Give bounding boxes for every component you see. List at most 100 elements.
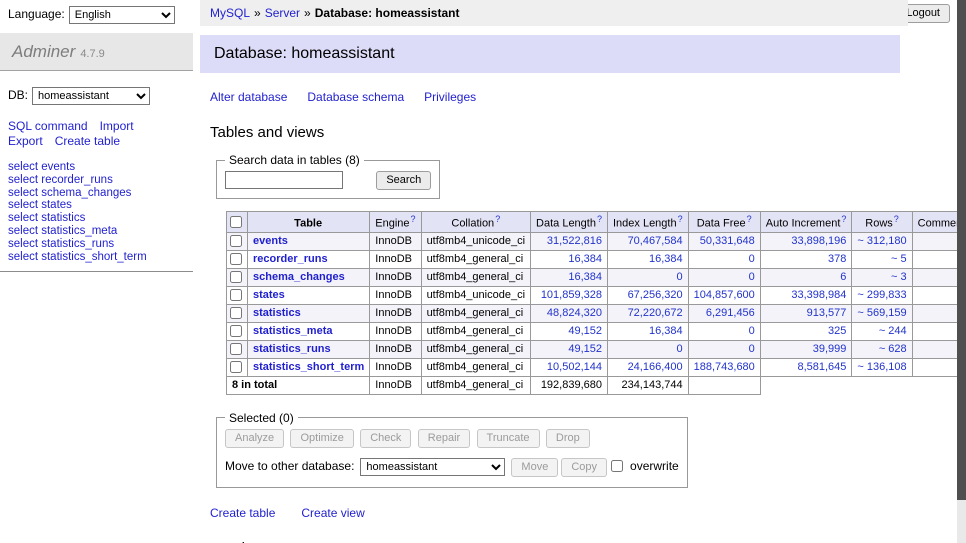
- row-checkbox[interactable]: [230, 343, 242, 355]
- column-help-link[interactable]: ?: [841, 214, 846, 224]
- breadcrumb-mysql-link[interactable]: MySQL: [210, 6, 250, 20]
- adminer-logo-link[interactable]: Adminer: [12, 42, 75, 61]
- sidebar-select-table-link[interactable]: select recorder_runs: [8, 174, 193, 187]
- table-name-link[interactable]: events: [248, 232, 370, 250]
- sidebar-sql-command-link[interactable]: SQL command: [8, 119, 88, 133]
- column-help-link[interactable]: ?: [495, 214, 500, 224]
- data-length-link[interactable]: 48,824,320: [531, 304, 608, 322]
- rows-link[interactable]: ~ 244: [852, 322, 912, 340]
- overwrite-checkbox[interactable]: [611, 460, 623, 472]
- index-length-link[interactable]: 24,166,400: [607, 358, 688, 376]
- auto-increment-link[interactable]: 39,999: [760, 340, 852, 358]
- column-help-link[interactable]: ?: [894, 214, 899, 224]
- move-button[interactable]: Move: [511, 458, 558, 477]
- language-select[interactable]: English: [69, 6, 175, 24]
- column-header-cell: Auto Increment?: [760, 212, 852, 233]
- create-table-link[interactable]: Create table: [210, 506, 275, 520]
- table-name-link[interactable]: states: [248, 286, 370, 304]
- sidebar-select-table-link[interactable]: select statistics_short_term: [8, 251, 193, 264]
- index-length-link[interactable]: 16,384: [607, 250, 688, 268]
- table-operation-button[interactable]: Drop: [546, 429, 590, 448]
- data-free-link[interactable]: 104,857,600: [688, 286, 760, 304]
- rows-link[interactable]: ~ 569,159: [852, 304, 912, 322]
- auto-increment-link[interactable]: 6: [760, 268, 852, 286]
- data-free-link[interactable]: 0: [688, 250, 760, 268]
- data-length-link[interactable]: 101,859,328: [531, 286, 608, 304]
- db-select[interactable]: homeassistant: [32, 87, 150, 105]
- data-free-link[interactable]: 0: [688, 340, 760, 358]
- auto-increment-link[interactable]: 378: [760, 250, 852, 268]
- table-operation-button[interactable]: Repair: [418, 429, 470, 448]
- index-length-link[interactable]: 0: [607, 268, 688, 286]
- row-checkbox[interactable]: [230, 325, 242, 337]
- create-view-link[interactable]: Create view: [301, 506, 364, 520]
- data-length-link[interactable]: 49,152: [531, 340, 608, 358]
- table-name-link[interactable]: statistics_meta: [248, 322, 370, 340]
- row-checkbox[interactable]: [230, 253, 242, 265]
- row-checkbox[interactable]: [230, 235, 242, 247]
- auto-increment-link[interactable]: 33,398,984: [760, 286, 852, 304]
- auto-increment-link[interactable]: 33,898,196: [760, 232, 852, 250]
- data-free-link[interactable]: 0: [688, 322, 760, 340]
- sidebar-select-table-link[interactable]: select statistics: [8, 212, 193, 225]
- data-free-link[interactable]: 50,331,648: [688, 232, 760, 250]
- data-length-link[interactable]: 16,384: [531, 268, 608, 286]
- table-name-link[interactable]: statistics: [248, 304, 370, 322]
- data-free-link[interactable]: 6,291,456: [688, 304, 760, 322]
- sidebar-select-table-link[interactable]: select statistics_meta: [8, 225, 193, 238]
- data-length-link[interactable]: 10,502,144: [531, 358, 608, 376]
- index-length-link[interactable]: 0: [607, 340, 688, 358]
- data-free-link[interactable]: 188,743,680: [688, 358, 760, 376]
- table-operation-button[interactable]: Analyze: [225, 429, 284, 448]
- table-name-link[interactable]: schema_changes: [248, 268, 370, 286]
- auto-increment-link[interactable]: 8,581,645: [760, 358, 852, 376]
- column-help-link[interactable]: ?: [678, 214, 683, 224]
- auto-increment-link[interactable]: 913,577: [760, 304, 852, 322]
- sidebar-select-table-link[interactable]: select statistics_runs: [8, 238, 193, 251]
- index-length-link[interactable]: 16,384: [607, 322, 688, 340]
- alter-database-link[interactable]: Alter database: [210, 90, 287, 104]
- rows-link[interactable]: ~ 312,180: [852, 232, 912, 250]
- rows-link[interactable]: ~ 299,833: [852, 286, 912, 304]
- row-checkbox[interactable]: [230, 307, 242, 319]
- sidebar-import-link[interactable]: Import: [100, 119, 134, 133]
- rows-link[interactable]: ~ 136,108: [852, 358, 912, 376]
- table-name-link[interactable]: statistics_short_term: [248, 358, 370, 376]
- rows-link[interactable]: ~ 628: [852, 340, 912, 358]
- sidebar-create-table-link[interactable]: Create table: [55, 134, 120, 148]
- scrollbar-thumb[interactable]: [957, 0, 966, 500]
- table-operation-button[interactable]: Truncate: [477, 429, 540, 448]
- rows-link[interactable]: ~ 3: [852, 268, 912, 286]
- index-length-link[interactable]: 72,220,672: [607, 304, 688, 322]
- sidebar-select-table-link[interactable]: select states: [8, 199, 193, 212]
- breadcrumb-server-link[interactable]: Server: [265, 6, 300, 20]
- column-help-link[interactable]: ?: [747, 214, 752, 224]
- row-checkbox[interactable]: [230, 271, 242, 283]
- rows-link[interactable]: ~ 5: [852, 250, 912, 268]
- table-name-link[interactable]: recorder_runs: [248, 250, 370, 268]
- search-input[interactable]: [225, 171, 343, 189]
- database-schema-link[interactable]: Database schema: [307, 90, 404, 104]
- select-all-checkbox[interactable]: [230, 216, 242, 228]
- copy-button[interactable]: Copy: [561, 458, 607, 477]
- search-button[interactable]: Search: [376, 171, 431, 190]
- index-length-link[interactable]: 67,256,320: [607, 286, 688, 304]
- table-name-link[interactable]: statistics_runs: [248, 340, 370, 358]
- table-operation-button[interactable]: Optimize: [290, 429, 353, 448]
- sidebar-select-table-link[interactable]: select schema_changes: [8, 187, 193, 200]
- data-free-link[interactable]: 0: [688, 268, 760, 286]
- row-checkbox[interactable]: [230, 361, 242, 373]
- table-operation-button[interactable]: Check: [360, 429, 411, 448]
- column-help-link[interactable]: ?: [597, 214, 602, 224]
- data-length-link[interactable]: 31,522,816: [531, 232, 608, 250]
- sidebar-export-link[interactable]: Export: [8, 134, 43, 148]
- row-checkbox[interactable]: [230, 289, 242, 301]
- privileges-link[interactable]: Privileges: [424, 90, 476, 104]
- auto-increment-link[interactable]: 325: [760, 322, 852, 340]
- data-length-link[interactable]: 49,152: [531, 322, 608, 340]
- sidebar-select-table-link[interactable]: select events: [8, 161, 193, 174]
- column-help-link[interactable]: ?: [411, 214, 416, 224]
- index-length-link[interactable]: 70,467,584: [607, 232, 688, 250]
- data-length-link[interactable]: 16,384: [531, 250, 608, 268]
- move-database-select[interactable]: homeassistant: [360, 458, 505, 476]
